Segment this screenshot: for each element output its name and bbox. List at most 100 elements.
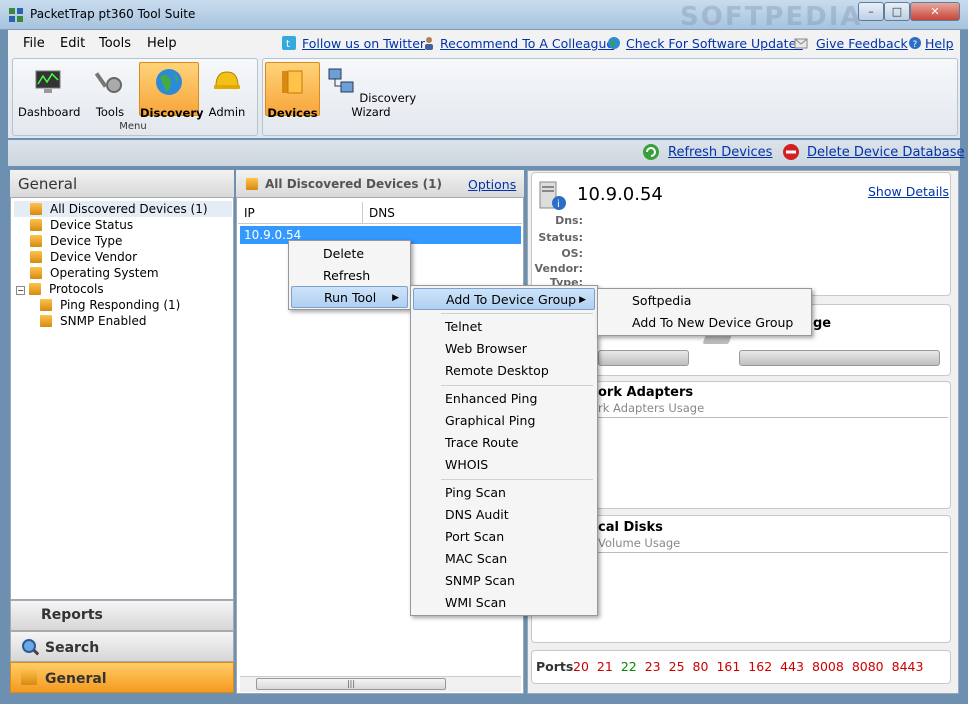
dashboard-icon xyxy=(35,70,61,93)
tools-button[interactable]: Tools xyxy=(80,62,140,119)
devices-label: Devices xyxy=(267,106,318,120)
menu-item-remote-desktop[interactable]: Remote Desktop xyxy=(413,360,595,382)
help-link[interactable]: Help xyxy=(925,36,954,51)
devices-button[interactable]: Devices xyxy=(265,62,320,120)
discovery-wizard-button[interactable]: Discovery Wizard xyxy=(325,62,417,119)
refresh-devices-link[interactable]: Refresh Devices xyxy=(668,145,772,160)
tree-item-snmp-enabled[interactable]: SNMP Enabled xyxy=(40,314,147,328)
menu-item-dns-audit[interactable]: DNS Audit xyxy=(413,504,595,526)
field-dns-label: Dns: xyxy=(555,214,583,227)
dashboard-button[interactable]: Dashboard xyxy=(18,62,80,119)
menu-item-port-scan[interactable]: Port Scan xyxy=(413,526,595,548)
menu-item-web-browser[interactable]: Web Browser xyxy=(413,338,595,360)
wrench-gear-icon xyxy=(94,72,122,93)
folder-icon xyxy=(21,669,37,685)
column-divider xyxy=(362,202,363,224)
nav-reports-button[interactable]: Reports xyxy=(10,600,234,631)
context-menu: Delete Refresh Run Tool ▶ xyxy=(288,240,411,310)
column-header-ip[interactable]: IP xyxy=(244,206,255,220)
follow-twitter-link[interactable]: Follow us on Twitter xyxy=(302,36,425,51)
admin-button[interactable]: Admin xyxy=(197,62,257,119)
folder-icon xyxy=(40,299,52,311)
port-number: 23 xyxy=(644,659,661,674)
nav-search-button[interactable]: Search xyxy=(10,631,234,662)
menu-item-graphical-ping[interactable]: Graphical Ping xyxy=(413,410,595,432)
nav-general-button[interactable]: General xyxy=(10,662,234,693)
tree-item-label: Ping Responding (1) xyxy=(60,298,181,312)
person-icon xyxy=(425,37,433,50)
run-tool-submenu: Add To Device Group ▶ Telnet Web Browser … xyxy=(410,285,598,616)
menu-item-mac-scan[interactable]: MAC Scan xyxy=(413,548,595,570)
tree-item-label: Device Status xyxy=(50,218,134,232)
show-details-link[interactable]: Show Details xyxy=(868,184,949,199)
menu-item-refresh[interactable]: Refresh xyxy=(291,265,408,287)
close-button[interactable]: ✕ xyxy=(910,2,960,21)
ports-list: 20 21 22 23 25 80 161 162 443 8008 8080 8443 xyxy=(573,659,931,674)
run-tool-label: Run Tool xyxy=(324,290,377,305)
menu-item-add-new-group[interactable]: Add To New Device Group xyxy=(600,312,809,334)
tree-item-device-type[interactable]: Device Type xyxy=(30,234,122,248)
svg-text:?: ? xyxy=(913,40,918,50)
menu-item-softpedia[interactable]: Softpedia xyxy=(600,290,809,312)
give-feedback-link[interactable]: Give Feedback xyxy=(816,36,908,51)
help-icon: ? xyxy=(909,37,921,50)
menu-item-add-to-device-group[interactable]: Add To Device Group ▶ xyxy=(413,288,595,310)
tree-item-ping-responding[interactable]: Ping Responding (1) xyxy=(40,298,180,312)
usage-bar-2 xyxy=(739,350,940,366)
tools-label: Tools xyxy=(95,105,125,119)
collapse-toggle-icon[interactable]: − xyxy=(16,286,25,295)
menu-item-run-tool[interactable]: Run Tool ▶ xyxy=(291,286,408,308)
folder-icon xyxy=(30,235,42,247)
tree-item-label: Device Type xyxy=(50,234,123,248)
port-number: 21 xyxy=(596,659,613,674)
minimize-button[interactable]: – xyxy=(858,2,884,21)
menu-tools[interactable]: Tools xyxy=(99,36,131,51)
nav-label: Search xyxy=(45,640,100,656)
adapters-subtitle: rk Adapters Usage xyxy=(598,401,705,415)
menu-item-snmp-scan[interactable]: SNMP Scan xyxy=(413,570,595,592)
port-number: 8443 xyxy=(891,659,924,674)
tree-item-label: All Discovered Devices (1) xyxy=(50,202,208,216)
menu-item-whois[interactable]: WHOIS xyxy=(413,454,595,476)
discovery-wizard-label: Discovery Wizard xyxy=(351,91,417,119)
tree-item-device-vendor[interactable]: Device Vendor xyxy=(30,250,137,264)
column-header-dns[interactable]: DNS xyxy=(369,206,395,220)
adapters-title: ork Adapters xyxy=(598,385,694,400)
menu-help[interactable]: Help xyxy=(147,36,177,51)
menu-item-enhanced-ping[interactable]: Enhanced Ping xyxy=(413,388,595,410)
hardhat-icon xyxy=(214,71,240,89)
menu-item-trace-route[interactable]: Trace Route xyxy=(413,432,595,454)
menu-edit[interactable]: Edit xyxy=(60,36,85,51)
delete-database-link[interactable]: Delete Device Database xyxy=(807,145,964,160)
port-number: 8080 xyxy=(851,659,884,674)
check-updates-link[interactable]: Check For Software Updates xyxy=(626,36,803,51)
maximize-button[interactable]: □ xyxy=(884,2,910,21)
nav-label: General xyxy=(45,671,107,687)
network-computers-icon xyxy=(328,68,354,93)
scrollbar-thumb[interactable]: ||| xyxy=(256,678,446,690)
tree-item-device-status[interactable]: Device Status xyxy=(30,218,133,232)
svg-text:t: t xyxy=(286,39,290,50)
options-link[interactable]: Options xyxy=(468,177,516,192)
window-title: PacketTrap pt360 Tool Suite xyxy=(30,7,196,21)
menu-item-wmi-scan[interactable]: WMI Scan xyxy=(413,592,595,614)
tree-item-all-devices[interactable]: All Discovered Devices (1) xyxy=(30,202,208,216)
menu-item-ping-scan[interactable]: Ping Scan xyxy=(413,482,595,504)
tree-panel-header: General xyxy=(10,170,234,198)
recommend-link[interactable]: Recommend To A Colleague xyxy=(440,36,614,51)
menu-item-telnet[interactable]: Telnet xyxy=(413,316,595,338)
menu-item-delete[interactable]: Delete xyxy=(291,243,408,265)
tree-item-protocols[interactable]: − Protocols xyxy=(16,282,104,296)
folder-icon xyxy=(40,315,52,327)
tree-item-label: Protocols xyxy=(49,282,104,296)
port-number: 22 xyxy=(620,659,637,674)
ports-label: Ports xyxy=(536,659,574,674)
port-number: 20 xyxy=(573,659,589,674)
nav-label: Reports xyxy=(41,607,103,623)
discovery-button[interactable]: Discovery xyxy=(139,62,204,120)
port-number: 161 xyxy=(716,659,741,674)
envelope-icon xyxy=(794,38,808,49)
tree-item-operating-system[interactable]: Operating System xyxy=(30,266,159,280)
menu-file[interactable]: File xyxy=(23,36,45,51)
discovery-label: Discovery xyxy=(140,106,204,120)
